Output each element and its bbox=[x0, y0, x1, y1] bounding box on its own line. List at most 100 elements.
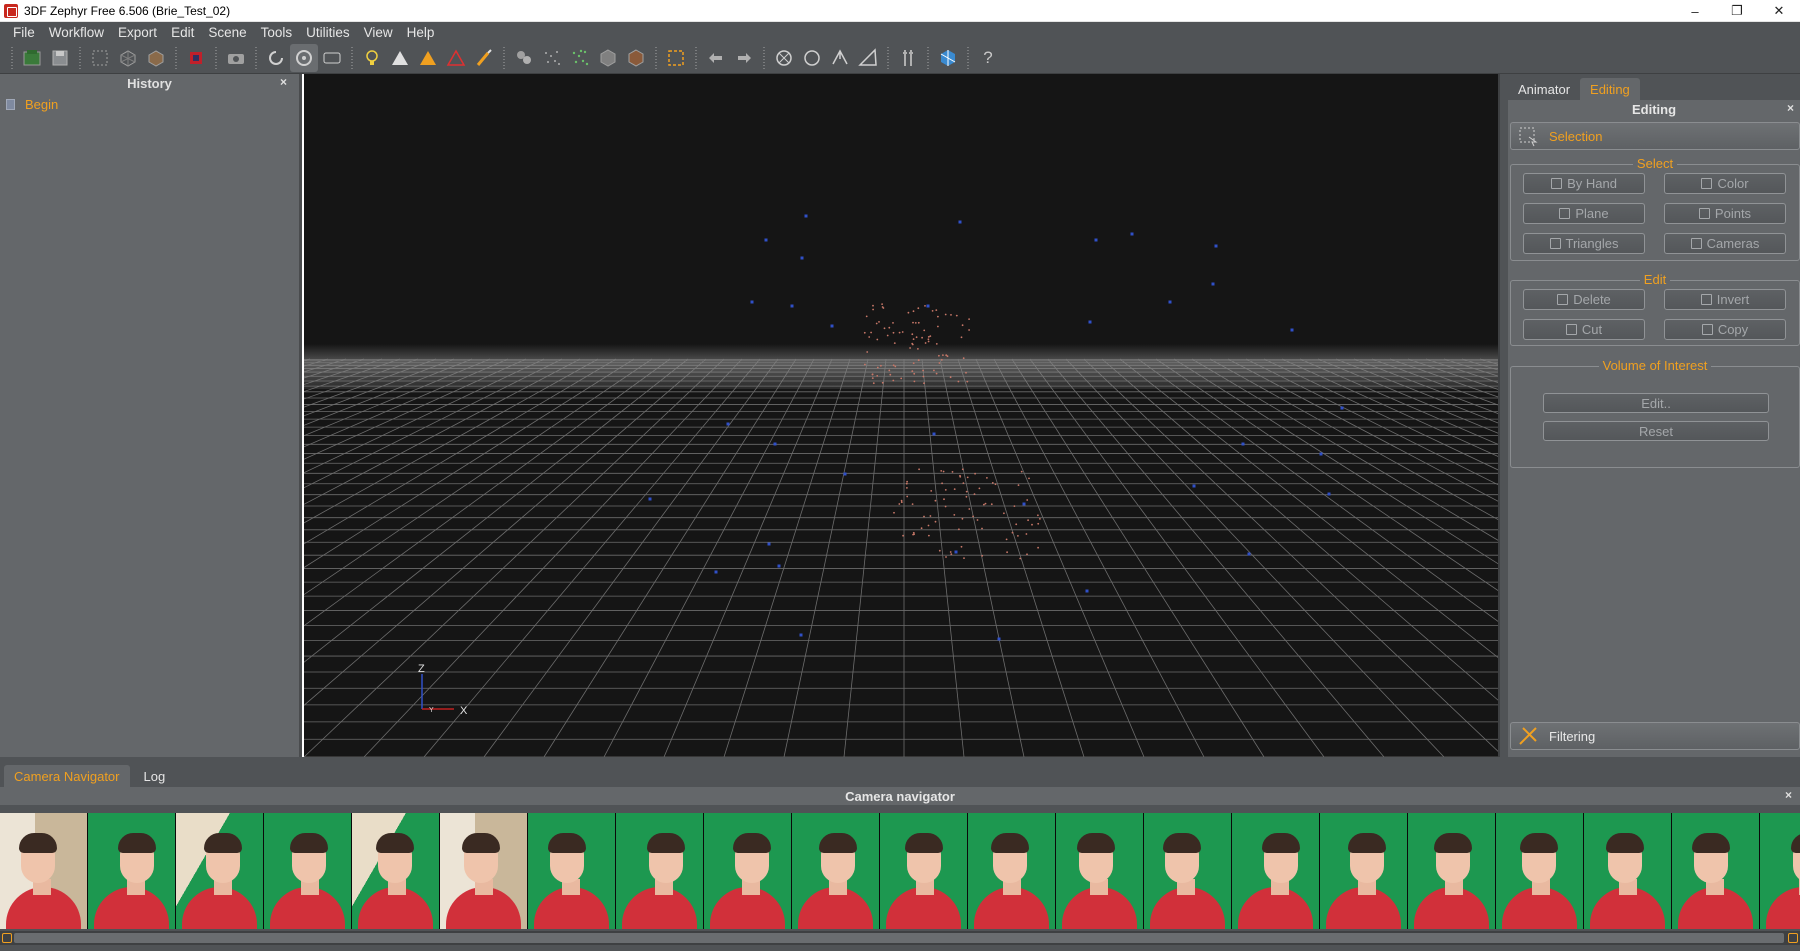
sparse-point bbox=[941, 482, 943, 485]
new-project-icon[interactable] bbox=[18, 44, 46, 72]
camera-thumbnail[interactable] bbox=[1320, 813, 1408, 929]
scrollbar-thumb[interactable] bbox=[14, 933, 1784, 943]
close-icon[interactable]: × bbox=[1785, 788, 1792, 802]
zephyr-logo-icon[interactable] bbox=[934, 44, 962, 72]
invert-label: Invert bbox=[1716, 292, 1750, 307]
camera-thumbnail[interactable] bbox=[264, 813, 352, 929]
history-item[interactable]: Begin bbox=[0, 96, 299, 112]
filtering-section-button[interactable]: Filtering bbox=[1510, 722, 1800, 750]
menu-view[interactable]: View bbox=[357, 25, 400, 40]
close-button[interactable]: ✕ bbox=[1758, 0, 1800, 22]
thumbnail-subject-hair bbox=[991, 833, 1029, 853]
triangle-color-icon[interactable] bbox=[414, 44, 442, 72]
close-icon[interactable]: × bbox=[280, 75, 287, 89]
3d-viewport[interactable]: Z X Y bbox=[304, 74, 1498, 757]
close-icon[interactable]: × bbox=[1787, 101, 1794, 115]
menu-edit[interactable]: Edit bbox=[164, 25, 201, 40]
light-icon[interactable] bbox=[358, 44, 386, 72]
thumbnail-scrollbar[interactable] bbox=[0, 931, 1800, 945]
help-icon[interactable]: ? bbox=[974, 44, 1002, 72]
loop-icon[interactable] bbox=[798, 44, 826, 72]
sparse-point bbox=[953, 488, 956, 490]
brush-icon[interactable] bbox=[470, 44, 498, 72]
textured-cube-icon[interactable] bbox=[622, 44, 650, 72]
render-icon[interactable] bbox=[182, 44, 210, 72]
tab-log[interactable]: Log bbox=[134, 765, 176, 787]
camera-thumbnail[interactable] bbox=[88, 813, 176, 929]
screenshot-icon[interactable] bbox=[222, 44, 250, 72]
triangle-white-icon[interactable] bbox=[386, 44, 414, 72]
orbit-icon[interactable] bbox=[262, 44, 290, 72]
menu-scene[interactable]: Scene bbox=[201, 25, 253, 40]
camera-thumbnail[interactable] bbox=[1056, 813, 1144, 929]
camera-thumbnail[interactable] bbox=[0, 813, 88, 929]
bounding-box-icon[interactable] bbox=[662, 44, 690, 72]
sparse-point bbox=[902, 534, 904, 537]
scroll-left-arrow[interactable] bbox=[2, 933, 12, 943]
video-icon[interactable] bbox=[318, 44, 346, 72]
cut-button[interactable]: Cut bbox=[1523, 319, 1645, 340]
menu-workflow[interactable]: Workflow bbox=[42, 25, 111, 40]
plane-button[interactable]: Plane bbox=[1523, 203, 1645, 224]
camera-thumbnail[interactable] bbox=[880, 813, 968, 929]
delete-button[interactable]: Delete bbox=[1523, 289, 1645, 310]
select-all-icon[interactable] bbox=[86, 44, 114, 72]
tab-animator[interactable]: Animator bbox=[1508, 78, 1580, 100]
camera-thumbnail[interactable] bbox=[1408, 813, 1496, 929]
sparse-point bbox=[972, 515, 974, 518]
save-icon[interactable] bbox=[46, 44, 74, 72]
points-button[interactable]: Points bbox=[1664, 203, 1786, 224]
maximize-button[interactable]: ❐ bbox=[1716, 0, 1758, 22]
menu-utilities[interactable]: Utilities bbox=[299, 25, 357, 40]
camera-thumbnail[interactable] bbox=[440, 813, 528, 929]
camera-thumbnail[interactable] bbox=[616, 813, 704, 929]
sparse-point bbox=[951, 471, 954, 473]
transform-icon[interactable] bbox=[770, 44, 798, 72]
camera-thumbnail-strip[interactable] bbox=[0, 813, 1800, 929]
rotate-active-icon[interactable] bbox=[290, 43, 318, 72]
measure-icon[interactable] bbox=[826, 44, 854, 72]
camera-thumbnail[interactable] bbox=[1760, 813, 1800, 929]
minimize-button[interactable]: – bbox=[1674, 0, 1716, 22]
sparse-point bbox=[983, 503, 985, 506]
cameras-button[interactable]: Cameras bbox=[1664, 233, 1786, 254]
camera-thumbnail[interactable] bbox=[1584, 813, 1672, 929]
tools-icon[interactable] bbox=[894, 44, 922, 72]
camera-thumbnail[interactable] bbox=[1496, 813, 1584, 929]
menu-help[interactable]: Help bbox=[400, 25, 442, 40]
menu-tools[interactable]: Tools bbox=[254, 25, 300, 40]
copy-button[interactable]: Copy bbox=[1664, 319, 1786, 340]
camera-thumbnail[interactable] bbox=[1232, 813, 1320, 929]
camera-thumbnail[interactable] bbox=[176, 813, 264, 929]
sparse-icon[interactable] bbox=[510, 44, 538, 72]
by-hand-button[interactable]: By Hand bbox=[1523, 173, 1645, 194]
color-button[interactable]: Color bbox=[1664, 173, 1786, 194]
scroll-right-arrow[interactable] bbox=[1788, 933, 1798, 943]
voi-edit-button[interactable]: Edit.. bbox=[1543, 393, 1769, 413]
camera-thumbnail[interactable] bbox=[352, 813, 440, 929]
menu-file[interactable]: File bbox=[6, 25, 42, 40]
camera-thumbnail[interactable] bbox=[1144, 813, 1232, 929]
tab-editing[interactable]: Editing bbox=[1580, 78, 1640, 100]
triangle-red-icon[interactable] bbox=[442, 44, 470, 72]
camera-thumbnail[interactable] bbox=[1672, 813, 1760, 929]
camera-thumbnail[interactable] bbox=[704, 813, 792, 929]
textured-mesh-icon[interactable] bbox=[142, 44, 170, 72]
voi-reset-button[interactable]: Reset bbox=[1543, 421, 1769, 441]
sparse-point bbox=[984, 502, 987, 505]
undo-icon[interactable] bbox=[702, 44, 730, 72]
dense-points-icon[interactable] bbox=[566, 44, 594, 72]
redo-icon[interactable] bbox=[730, 44, 758, 72]
tab-camera-navigator[interactable]: Camera Navigator bbox=[4, 765, 130, 787]
mesh-icon[interactable] bbox=[114, 44, 142, 72]
triangles-button[interactable]: Triangles bbox=[1523, 233, 1645, 254]
cube-icon[interactable] bbox=[594, 44, 622, 72]
selection-section-button[interactable]: Selection bbox=[1510, 122, 1800, 150]
points-icon[interactable] bbox=[538, 44, 566, 72]
camera-thumbnail[interactable] bbox=[792, 813, 880, 929]
invert-button[interactable]: Invert bbox=[1664, 289, 1786, 310]
menu-export[interactable]: Export bbox=[111, 25, 164, 40]
camera-thumbnail[interactable] bbox=[528, 813, 616, 929]
camera-thumbnail[interactable] bbox=[968, 813, 1056, 929]
ruler-icon[interactable] bbox=[854, 44, 882, 72]
